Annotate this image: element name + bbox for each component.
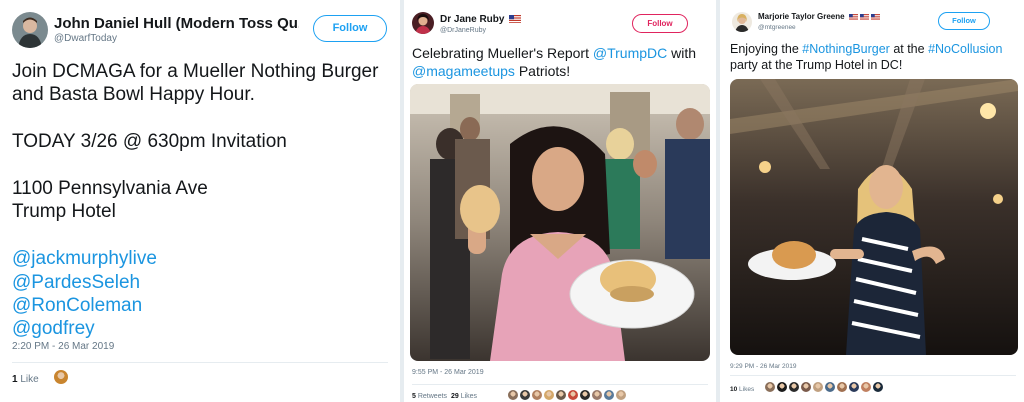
author-name-text: Marjorie Taylor Greene [758, 12, 845, 21]
us-flag-icon [859, 13, 869, 20]
follow-button[interactable]: Follow [938, 12, 990, 30]
follow-button[interactable]: Follow [632, 14, 688, 33]
liker-avatar[interactable] [508, 390, 518, 400]
liker-avatar[interactable] [520, 390, 530, 400]
mention-link[interactable]: @magameetups [412, 63, 515, 79]
divider [412, 384, 708, 385]
liker-avatar[interactable] [825, 382, 835, 392]
us-flag-icon [870, 13, 880, 20]
tweet-text-line: 1100 Pennsylvania Ave [12, 178, 208, 199]
tweet-photo[interactable] [730, 79, 1018, 355]
likes-label: Like [20, 374, 39, 385]
liker-avatar[interactable] [837, 382, 847, 392]
author-handle[interactable]: @DwarfToday [54, 33, 117, 44]
tweet-text-segment: Celebrating Mueller's Report [412, 45, 593, 61]
tweet-text-segment: Patriots! [514, 63, 571, 79]
liker-avatar[interactable] [849, 382, 859, 392]
follow-button[interactable]: Follow [313, 15, 387, 42]
liker-avatars [54, 370, 68, 384]
mention-link[interactable]: @godfrey [12, 317, 392, 340]
engagement-stats[interactable]: 5 Retweets 29 Likes [412, 393, 477, 400]
timestamp[interactable]: 9:29 PM - 26 Mar 2019 [730, 363, 796, 370]
tweet-text-line: TODAY 3/26 @ 630pm Invitation [12, 131, 287, 153]
liker-avatar[interactable] [861, 382, 871, 392]
likes-label: Likes [739, 386, 755, 393]
tweet-text-line [12, 107, 392, 130]
likes-count: 10 [730, 386, 738, 393]
timestamp[interactable]: 2:20 PM - 26 Mar 2019 [12, 341, 114, 352]
liker-avatar[interactable] [604, 390, 614, 400]
liker-avatar[interactable] [765, 382, 775, 392]
liker-avatar[interactable] [580, 390, 590, 400]
retweets-count: 5 [412, 393, 416, 400]
author-name[interactable]: Dr Jane Ruby [440, 14, 522, 25]
liker-avatar[interactable] [801, 382, 811, 392]
hashtag-link[interactable]: #NoCollusion [928, 42, 1002, 56]
us-flag-icon [509, 15, 522, 24]
avatar[interactable] [412, 12, 434, 34]
tweet-text-line: Trump Hotel [12, 201, 116, 223]
tweet-text: Join DCMAGA for a Mueller Nothing Burger… [12, 60, 392, 341]
like-stats[interactable]: 10 Likes [730, 386, 754, 393]
liker-avatar[interactable] [777, 382, 787, 392]
tweet-text-line [12, 224, 392, 247]
liker-avatar[interactable] [556, 390, 566, 400]
likes-count: 29 [450, 393, 459, 400]
liker-avatar[interactable] [813, 382, 823, 392]
tweet-text: Enjoying the #NothingBurger at the #NoCo… [730, 41, 1022, 73]
tweet-card-hull: John Daniel Hull (Modern Toss Qu... @Dwa… [0, 0, 400, 402]
liker-avatar[interactable] [789, 382, 799, 392]
author-handle[interactable]: @mtgreenee [758, 24, 796, 31]
tweet-text-segment: party at the Trump Hotel in DC! [730, 58, 903, 72]
liker-avatar[interactable] [873, 382, 883, 392]
author-name[interactable]: Marjorie Taylor Greene [758, 12, 880, 21]
likes-count: 1 [12, 374, 18, 385]
liker-avatar[interactable] [568, 390, 578, 400]
tweet-text-line [12, 154, 392, 177]
liker-avatar[interactable] [544, 390, 554, 400]
tweet-card-ruby: Dr Jane Ruby @DrJaneRuby Follow Celebrat… [404, 0, 716, 402]
mention-link[interactable]: @RonColeman [12, 294, 392, 317]
likes-label: Likes [460, 393, 478, 400]
tweet-text-line: and Basta Bowl Happy Hour. [12, 84, 255, 106]
tweet-photo[interactable] [410, 84, 710, 361]
mention-link[interactable]: @jackmurphylive [12, 247, 392, 270]
liker-avatar[interactable] [592, 390, 602, 400]
liker-avatar[interactable] [54, 370, 68, 384]
author-handle[interactable]: @DrJaneRuby [440, 27, 486, 34]
tweet-text-segment: at the [889, 42, 929, 56]
us-flag-icon [848, 13, 858, 20]
divider [12, 362, 388, 363]
like-stats[interactable]: 1 Like [12, 374, 39, 385]
liker-avatar[interactable] [616, 390, 626, 400]
timestamp[interactable]: 9:55 PM - 26 Mar 2019 [412, 369, 484, 376]
hashtag-link[interactable]: #NothingBurger [802, 42, 890, 56]
tweet-text-segment: Enjoying the [730, 42, 803, 56]
mention-link[interactable]: @TrumpDC [593, 45, 667, 61]
tweet-text: Celebrating Mueller's Report @TrumpDC wi… [412, 44, 712, 80]
tweet-text-line: Join DCMAGA for a Mueller Nothing Burger [12, 61, 379, 82]
avatar[interactable] [732, 12, 752, 32]
author-name[interactable]: John Daniel Hull (Modern Toss Qu... [54, 15, 299, 32]
avatar[interactable] [12, 12, 48, 48]
liker-avatar[interactable] [532, 390, 542, 400]
tweet-text-segment: with [667, 45, 697, 61]
tweet-card-greene: Marjorie Taylor Greene @mtgreenee Follow… [720, 0, 1024, 402]
retweets-label: Retweets [417, 393, 448, 400]
mention-link[interactable]: @PardesSeleh [12, 271, 392, 294]
divider [730, 375, 1016, 376]
liker-avatars [765, 382, 883, 392]
liker-avatars [508, 390, 626, 400]
author-name-text: Dr Jane Ruby [440, 14, 505, 25]
